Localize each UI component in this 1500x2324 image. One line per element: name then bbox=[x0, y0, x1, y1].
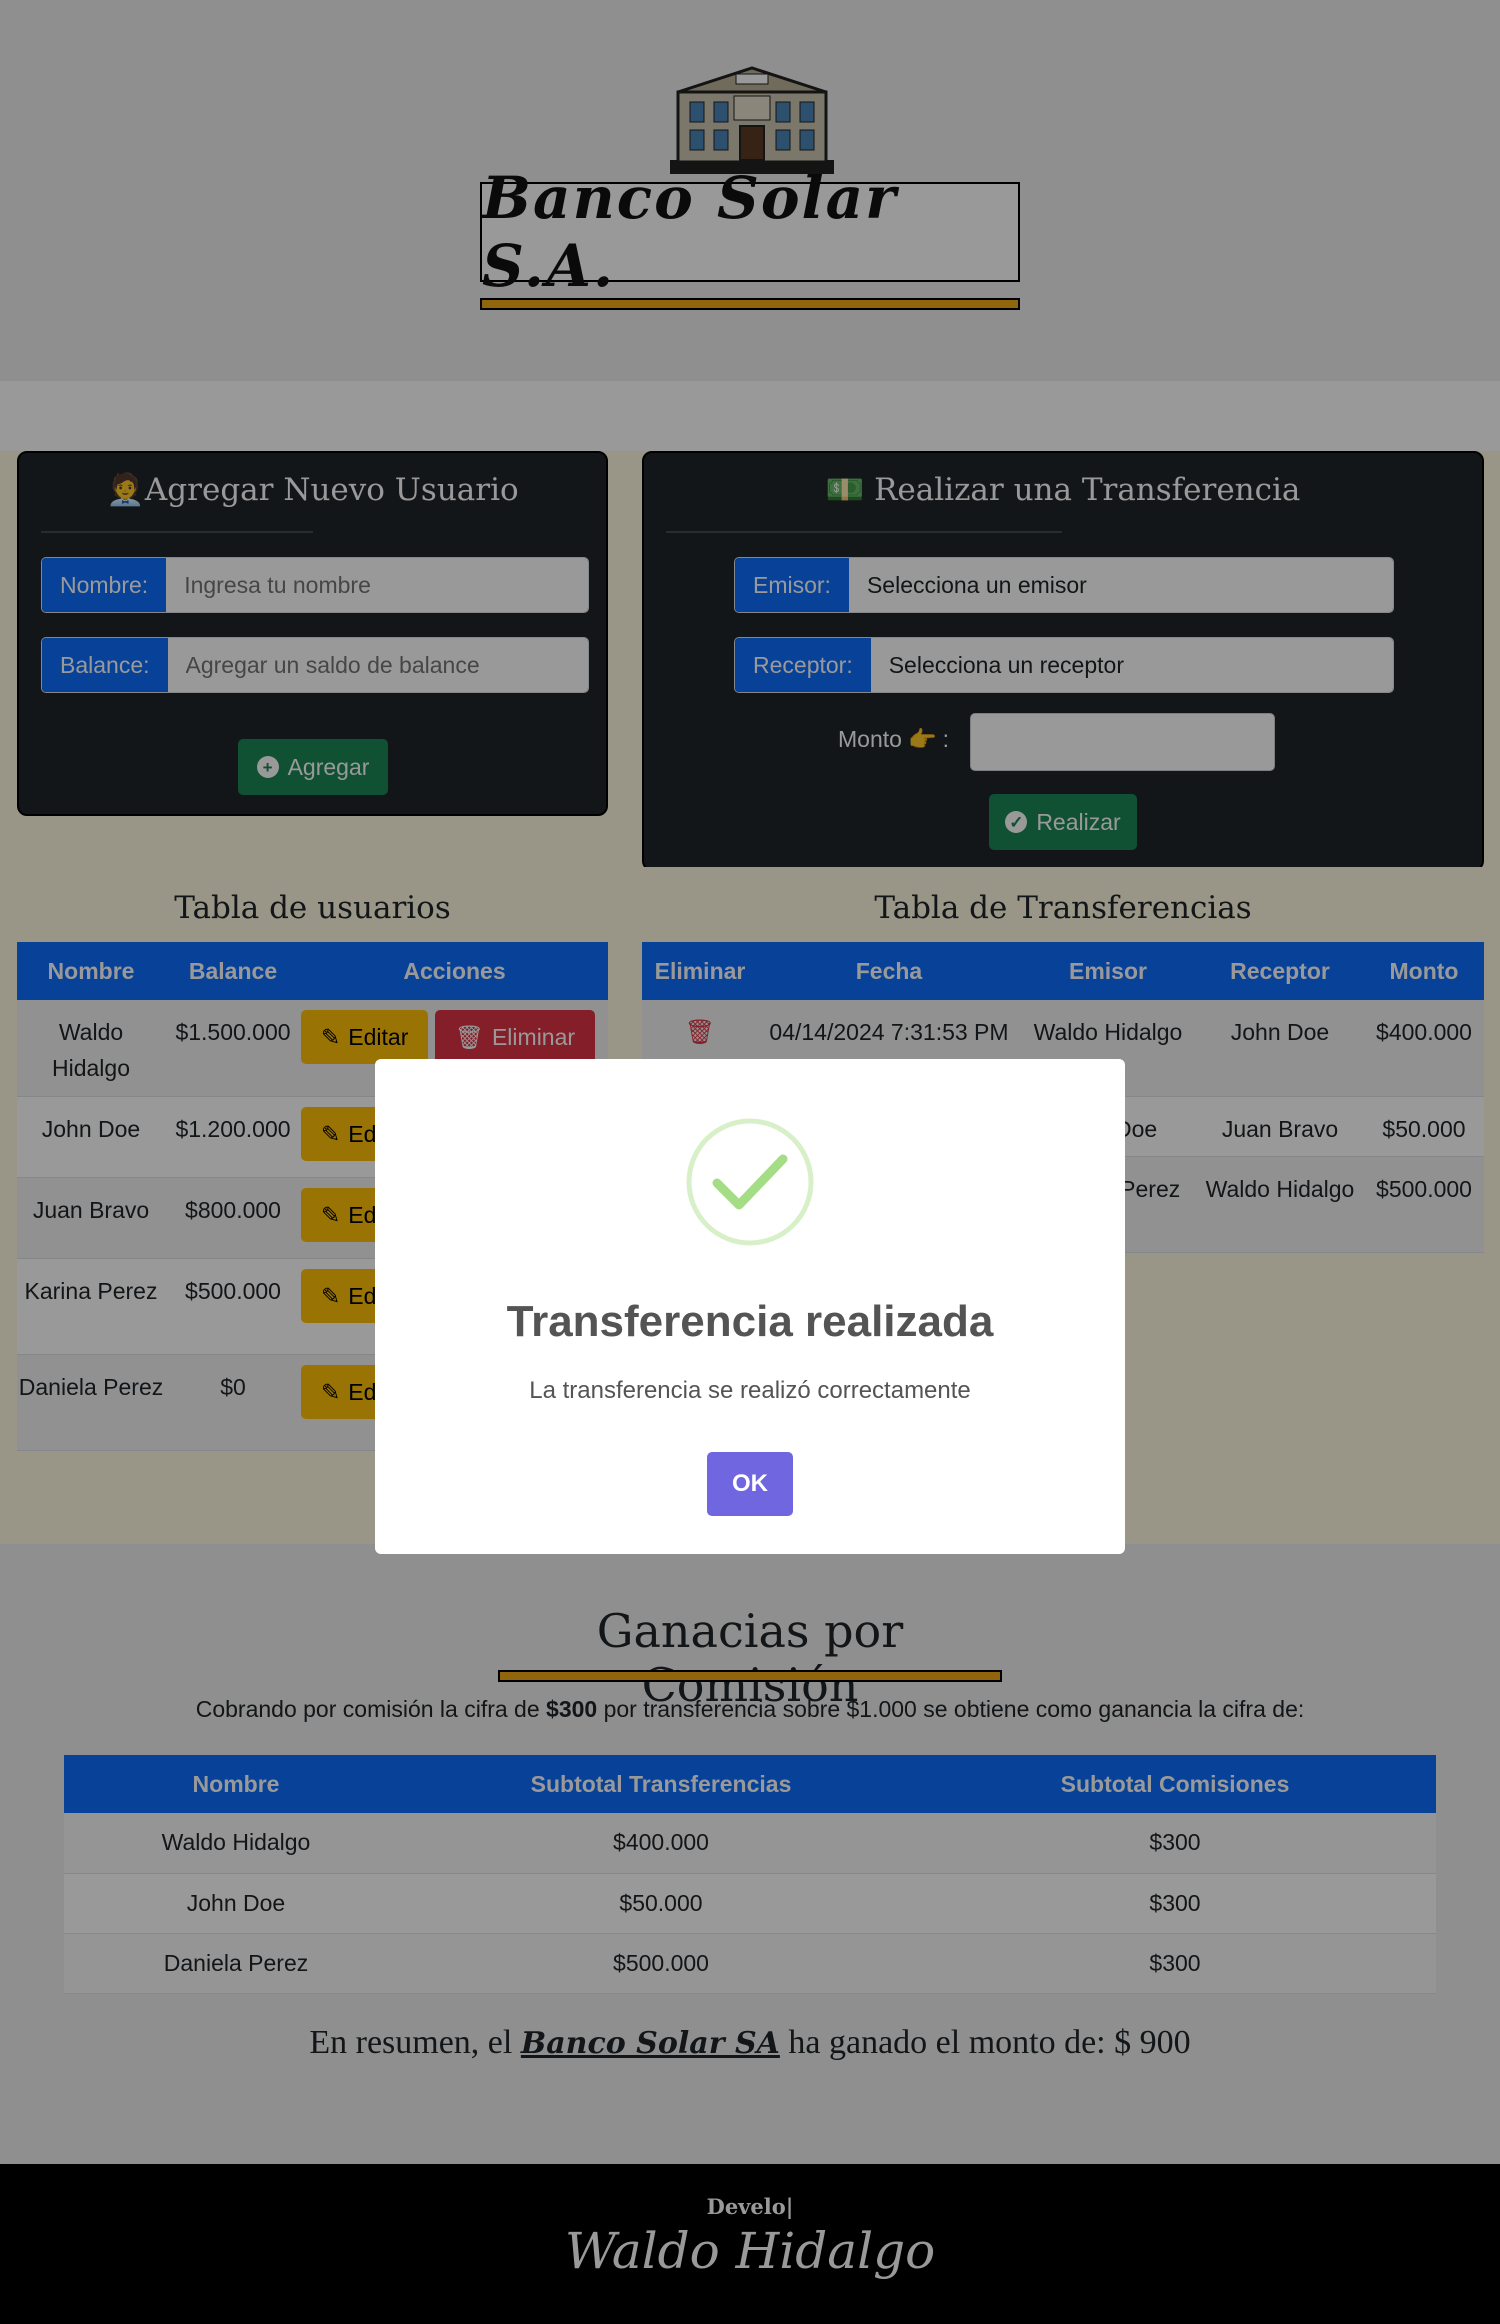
success-check-icon bbox=[686, 1118, 814, 1246]
modal-title: Transferencia realizada bbox=[506, 1297, 994, 1346]
ok-button[interactable]: OK bbox=[707, 1452, 793, 1516]
success-modal: Transferencia realizada La transferencia… bbox=[375, 1059, 1125, 1554]
modal-text: La transferencia se realizó correctament… bbox=[529, 1377, 971, 1404]
